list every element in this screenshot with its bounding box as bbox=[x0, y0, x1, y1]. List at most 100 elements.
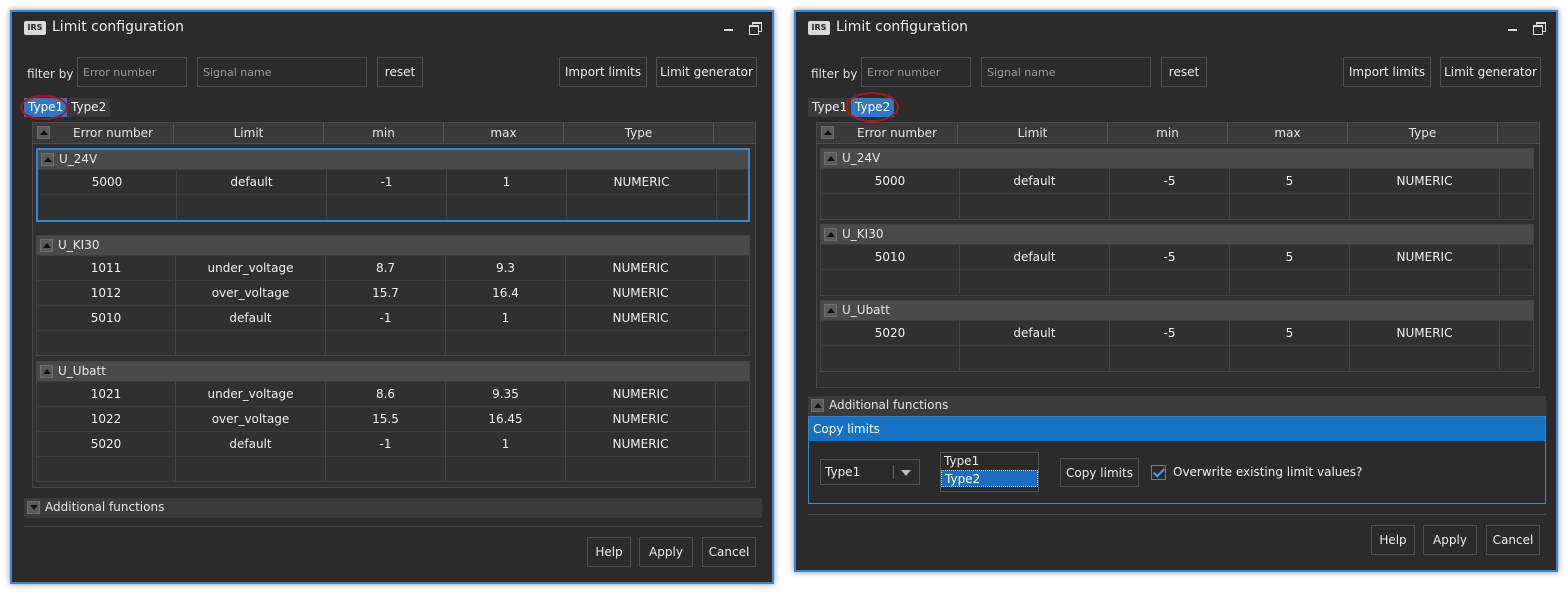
group-header[interactable]: U_KI30 bbox=[821, 225, 1533, 244]
column-header-type[interactable]: Type bbox=[564, 123, 714, 143]
tab-type2[interactable]: Type2 bbox=[67, 98, 111, 117]
empty-cell[interactable] bbox=[176, 457, 326, 481]
minimize-icon[interactable] bbox=[720, 18, 738, 36]
collapse-group-icon[interactable] bbox=[824, 304, 837, 317]
empty-cell[interactable] bbox=[821, 346, 960, 370]
empty-cell[interactable] bbox=[1230, 346, 1350, 370]
empty-cell[interactable] bbox=[960, 194, 1110, 218]
cell-min[interactable]: 8.6 bbox=[326, 382, 446, 406]
empty-cell[interactable] bbox=[176, 331, 326, 355]
list-item-selected[interactable]: Type2 bbox=[941, 470, 1038, 487]
cell-type[interactable]: NUMERIC bbox=[566, 382, 716, 406]
cell-type[interactable]: NUMERIC bbox=[566, 256, 716, 280]
group-header[interactable]: U_24V bbox=[38, 150, 748, 169]
empty-row[interactable] bbox=[38, 194, 748, 219]
group-u-ubatt[interactable]: U_Ubatt 5020 default -5 5 NUMERIC bbox=[820, 300, 1534, 372]
cell-error-number[interactable]: 1021 bbox=[37, 382, 176, 406]
cell-max[interactable]: 5 bbox=[1230, 321, 1350, 345]
group-u-24v[interactable]: U_24V 5000 default -1 1 NUMERIC bbox=[36, 148, 750, 222]
column-header-min[interactable]: min bbox=[1108, 123, 1228, 143]
column-header-min[interactable]: min bbox=[324, 123, 444, 143]
copy-limits-header[interactable]: Copy limits bbox=[809, 417, 1545, 441]
group-u-ki30[interactable]: U_KI30 1011 under_voltage 8.7 9.3 NUMERI… bbox=[36, 235, 750, 356]
expand-icon[interactable] bbox=[27, 501, 40, 514]
empty-cell[interactable] bbox=[1350, 270, 1500, 294]
table-row[interactable]: 5000 default -5 5 NUMERIC bbox=[821, 168, 1533, 193]
cell-error-number[interactable]: 5020 bbox=[37, 432, 176, 456]
column-header-limit[interactable]: Limit bbox=[958, 123, 1108, 143]
column-header-max[interactable]: max bbox=[1228, 123, 1348, 143]
column-header-error-number[interactable]: Error number bbox=[53, 123, 174, 143]
cell-error-number[interactable]: 1022 bbox=[37, 407, 176, 431]
cell-min[interactable]: -1 bbox=[326, 306, 446, 330]
group-header[interactable]: U_Ubatt bbox=[37, 362, 749, 381]
group-header[interactable]: U_24V bbox=[821, 149, 1533, 168]
collapse-all-icon[interactable] bbox=[37, 126, 50, 139]
empty-cell[interactable] bbox=[1110, 346, 1230, 370]
empty-cell[interactable] bbox=[1350, 194, 1500, 218]
maximize-icon[interactable] bbox=[1530, 18, 1548, 36]
cell-limit[interactable]: default bbox=[960, 245, 1110, 269]
collapse-group-icon[interactable] bbox=[824, 152, 837, 165]
cell-error-number[interactable]: 1012 bbox=[37, 281, 176, 305]
empty-cell[interactable] bbox=[960, 270, 1110, 294]
cell-min[interactable]: -5 bbox=[1110, 245, 1230, 269]
target-type-list[interactable]: Type1 Type2 bbox=[940, 452, 1039, 492]
cell-max[interactable]: 16.4 bbox=[446, 281, 566, 305]
limit-generator-button[interactable]: Limit generator bbox=[656, 57, 757, 87]
error-number-filter-input[interactable] bbox=[861, 57, 971, 87]
cell-max[interactable]: 5 bbox=[1230, 169, 1350, 193]
copy-limits-button[interactable]: Copy limits bbox=[1060, 458, 1139, 487]
group-header[interactable]: U_KI30 bbox=[37, 236, 749, 255]
cell-min[interactable]: -1 bbox=[326, 432, 446, 456]
empty-row[interactable] bbox=[821, 193, 1533, 218]
limit-generator-button[interactable]: Limit generator bbox=[1440, 57, 1541, 87]
cell-min[interactable]: -1 bbox=[327, 170, 447, 194]
table-row[interactable]: 1021 under_voltage 8.6 9.35 NUMERIC bbox=[37, 381, 749, 406]
cell-error-number[interactable]: 5010 bbox=[37, 306, 176, 330]
cell-limit[interactable]: default bbox=[960, 169, 1110, 193]
cell-min[interactable]: 15.5 bbox=[326, 407, 446, 431]
cell-limit[interactable]: default bbox=[176, 432, 326, 456]
cell-type[interactable]: NUMERIC bbox=[566, 281, 716, 305]
title-bar[interactable]: IRS Limit configuration bbox=[12, 12, 772, 42]
cell-error-number[interactable]: 1011 bbox=[37, 256, 176, 280]
cell-type[interactable]: NUMERIC bbox=[566, 432, 716, 456]
cell-limit[interactable]: under_voltage bbox=[176, 256, 326, 280]
empty-cell[interactable] bbox=[37, 457, 176, 481]
cell-min[interactable]: 8.7 bbox=[326, 256, 446, 280]
empty-row[interactable] bbox=[821, 269, 1533, 294]
table-row[interactable]: 1012 over_voltage 15.7 16.4 NUMERIC bbox=[37, 280, 749, 305]
cancel-button[interactable]: Cancel bbox=[702, 537, 756, 567]
source-type-select[interactable]: Type1 bbox=[820, 459, 920, 485]
cell-type[interactable]: NUMERIC bbox=[1350, 245, 1500, 269]
cell-type[interactable]: NUMERIC bbox=[566, 306, 716, 330]
cell-type[interactable]: NUMERIC bbox=[1350, 169, 1500, 193]
additional-functions-bar[interactable]: Additional functions bbox=[808, 396, 1546, 416]
table-row[interactable]: 1022 over_voltage 15.5 16.45 NUMERIC bbox=[37, 406, 749, 431]
cell-max[interactable]: 1 bbox=[446, 306, 566, 330]
empty-cell[interactable] bbox=[566, 457, 716, 481]
cell-type[interactable]: NUMERIC bbox=[1350, 321, 1500, 345]
cell-max[interactable]: 1 bbox=[447, 170, 567, 194]
empty-cell[interactable] bbox=[326, 457, 446, 481]
tab-type1[interactable]: Type1 bbox=[24, 98, 68, 117]
collapse-group-icon[interactable] bbox=[41, 153, 54, 166]
empty-cell[interactable] bbox=[960, 346, 1110, 370]
cell-max[interactable]: 9.3 bbox=[446, 256, 566, 280]
cell-limit[interactable]: default bbox=[177, 170, 327, 194]
table-row[interactable]: 5010 default -1 1 NUMERIC bbox=[37, 305, 749, 330]
cell-max[interactable]: 1 bbox=[446, 432, 566, 456]
cell-max[interactable]: 5 bbox=[1230, 245, 1350, 269]
signal-name-filter-input[interactable] bbox=[197, 57, 367, 87]
overwrite-checkbox[interactable] bbox=[1151, 465, 1166, 480]
cell-limit[interactable]: under_voltage bbox=[176, 382, 326, 406]
column-header-max[interactable]: max bbox=[444, 123, 564, 143]
table-row[interactable]: 5000 default -1 1 NUMERIC bbox=[38, 169, 748, 194]
collapse-all-icon[interactable] bbox=[821, 126, 834, 139]
reset-button[interactable]: reset bbox=[1161, 57, 1207, 87]
cell-error-number[interactable]: 5010 bbox=[821, 245, 960, 269]
table-row[interactable]: 5010 default -5 5 NUMERIC bbox=[821, 244, 1533, 269]
help-button[interactable]: Help bbox=[1371, 525, 1415, 555]
cell-min[interactable]: -5 bbox=[1110, 169, 1230, 193]
